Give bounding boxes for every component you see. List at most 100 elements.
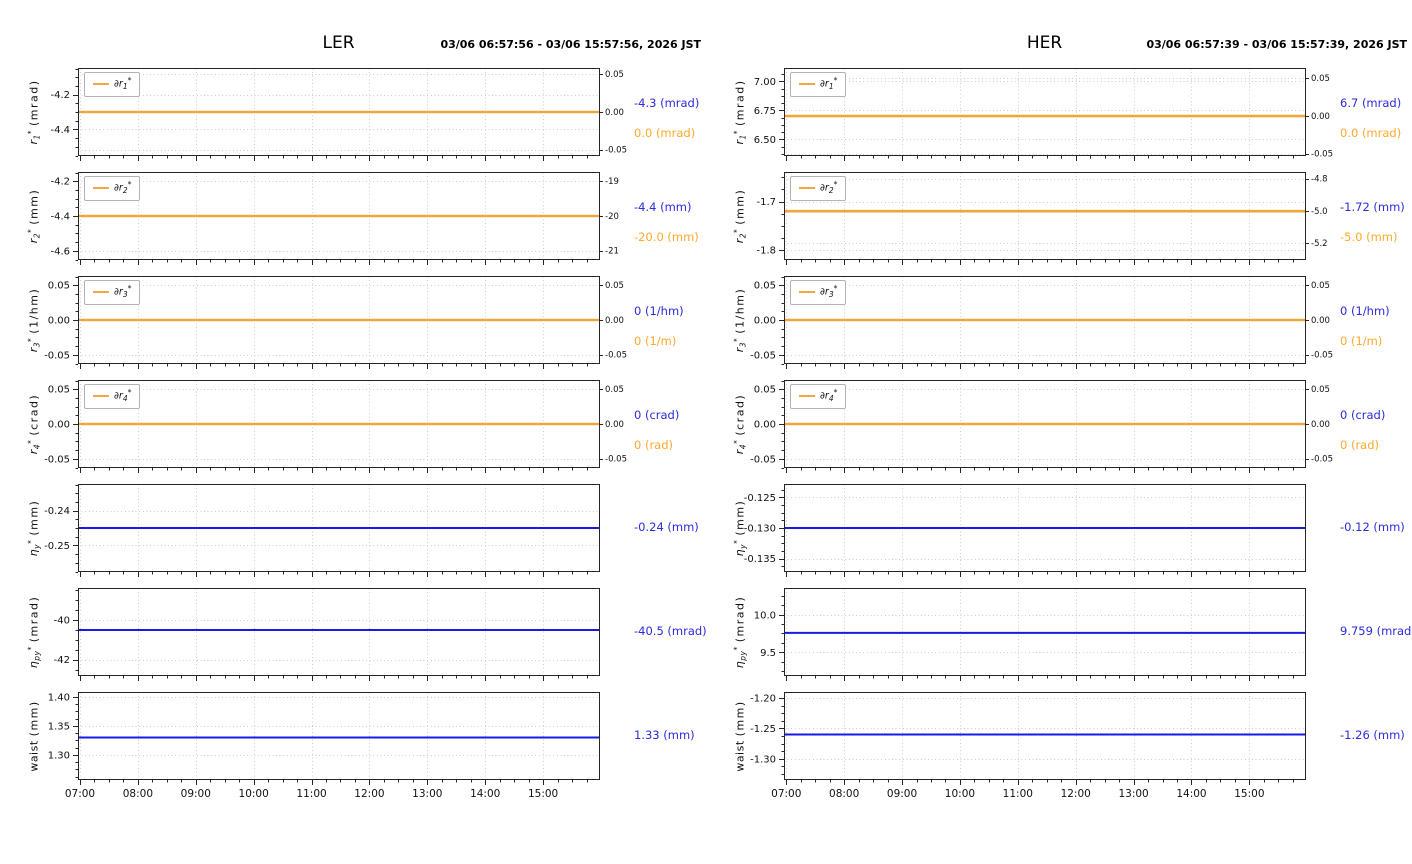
- legend-sup: *: [127, 388, 132, 397]
- beam-optics-dashboard: LER 03/06 06:57:56 - 03/06 15:57:56, 202…: [0, 0, 1412, 864]
- panel-her-r1: r1*(mrad) 7.00 6.75 6.50 0.05 0.00 -0.05 ∂r1* 6.…: [706, 68, 1412, 172]
- value-annotation: -5.0 (mm): [1340, 230, 1398, 244]
- y-tick-label: 0.05: [48, 281, 70, 292]
- gridlines: [784, 172, 1305, 260]
- legend-prefix: ∂r: [114, 182, 123, 194]
- legend-prefix: ∂r: [114, 78, 123, 90]
- right-y-tick-label: 0.05: [1311, 74, 1330, 84]
- y-tick-label: 0.00: [48, 420, 70, 431]
- y-tick-label: -42: [54, 655, 70, 666]
- value-annotation: -1.72 (mm): [1340, 200, 1405, 214]
- legend-label: ∂r3*: [820, 285, 837, 299]
- right-y-tick-label: -19: [605, 177, 619, 187]
- plot-area: -0.24 -0.25: [44, 484, 600, 577]
- plot-area: 10.0 9.5: [754, 588, 1306, 681]
- legend-label: ∂r1*: [114, 77, 131, 91]
- y-tick-label: -0.130: [744, 524, 776, 535]
- y-tick-label: -4.6: [50, 246, 70, 257]
- value-annotation: 0 (crad): [634, 408, 680, 422]
- value-annotation: 1.33 (mm): [634, 728, 695, 742]
- y-tick-label: 1.30: [48, 750, 70, 761]
- legend-line-swatch: [93, 186, 109, 189]
- y-tick-label: -1.7: [756, 197, 776, 208]
- right-y-tick-label: -0.05: [1311, 455, 1333, 465]
- value-annotation: 0 (rad): [1340, 438, 1380, 452]
- right-y-tick-label: -0.05: [605, 351, 627, 361]
- plot-border: [784, 172, 1306, 260]
- legend-label: ∂r4*: [114, 389, 131, 403]
- plot-border: [78, 692, 600, 780]
- y-tick-label: 0.00: [754, 316, 776, 327]
- right-y-tick-label: 0.05: [605, 281, 624, 291]
- right-y-tick-label: 0.00: [605, 420, 624, 430]
- y-tick-label: 1.35: [48, 721, 70, 732]
- value-annotation: 0 (1/hm): [1340, 304, 1390, 318]
- right-y-tick-label: -0.05: [605, 146, 627, 156]
- legend-line-swatch: [799, 290, 815, 293]
- plot-border: [78, 588, 600, 676]
- tick-marks: [779, 698, 1294, 785]
- x-tick-label: 11:00: [1002, 788, 1033, 800]
- y-tick-label: -1.25: [750, 724, 776, 735]
- legend-box: ∂r3*: [84, 280, 141, 305]
- legend-line-swatch: [799, 82, 815, 85]
- panel-ler-r4: r4*(crad) 0.05 0.00 -0.05 0.05 0.00 -0.05 ∂r4* 0…: [0, 380, 706, 484]
- right-y-tick-label: 0.05: [1311, 281, 1330, 291]
- y-tick-label: -0.05: [44, 350, 70, 361]
- legend-prefix: ∂r: [820, 182, 829, 194]
- x-tick-label: 15:00: [1234, 788, 1265, 800]
- gridlines: [784, 68, 1305, 156]
- value-annotation: 0 (crad): [1340, 408, 1386, 422]
- legend-prefix: ∂r: [820, 390, 829, 402]
- x-tick-label: 07:00: [64, 788, 96, 800]
- y-tick-label: -40: [54, 616, 70, 627]
- legend-label: ∂r2*: [114, 181, 131, 195]
- gridlines: [78, 588, 599, 676]
- legend-prefix: ∂r: [114, 286, 123, 298]
- x-tick-label: 13:00: [412, 788, 443, 800]
- y-tick-label: -0.125: [744, 493, 776, 504]
- right-y-tick-label: -5.2: [1311, 239, 1328, 249]
- legend-sup: *: [833, 180, 838, 189]
- value-annotation: -0.12 (mm): [1340, 520, 1405, 534]
- y-tick-label: -0.05: [750, 454, 776, 465]
- plot-area: -1.20 -1.25 -1.30: [750, 692, 1306, 785]
- y-tick-label: 0.00: [48, 316, 70, 327]
- tick-marks: [779, 74, 1309, 161]
- value-annotation: -20.0 (mm): [634, 230, 699, 244]
- right-y-tick-label: 0.00: [605, 316, 624, 326]
- y-tick-label: 6.50: [754, 135, 776, 146]
- right-y-tick-label: -20: [605, 212, 619, 222]
- right-y-tick-label: 0.00: [1311, 420, 1330, 430]
- x-axis-tick-labels: 07:00 08:00 09:00 10:00 11:00 12:00 13:00 14:00…: [0, 788, 706, 804]
- legend-label: ∂r2*: [820, 181, 837, 195]
- y-tick-label: 7.00: [754, 77, 776, 88]
- y-tick-label: -0.05: [750, 350, 776, 361]
- value-annotation: 0.0 (mrad): [1340, 126, 1402, 140]
- panels-layer: r1*(mrad) -4.2 -4.4 0.05 0.00 -0.05 ∂r1* -4.3 (…: [0, 0, 707, 864]
- tick-marks: [779, 177, 1309, 265]
- panel-ler-eta_py: ηpy*(mrad) -40 -42 -40.5 (mrad): [0, 588, 707, 692]
- panel-ler-r2: r2*(mm) -4.2 -4.4 -4.6 -19 -20 -21 ∂r2* -4.4 (mm…: [0, 172, 706, 276]
- right-y-tick-label: 0.00: [1311, 112, 1330, 122]
- y-tick-label: -0.05: [44, 454, 70, 465]
- legend-box: ∂r2*: [84, 176, 141, 201]
- panel-her-eta_py: ηpy*(mrad) 10.0 9.5 9.759 (mrad): [706, 588, 1412, 692]
- x-axis-tick-labels: 07:00 08:00 09:00 10:00 11:00 12:00 13:00 14:00…: [706, 788, 1412, 804]
- x-tick-label: 14:00: [470, 788, 501, 800]
- value-annotation: 0 (rad): [634, 438, 674, 452]
- value-annotation: -4.3 (mrad): [634, 96, 700, 110]
- panel-ler-r1: r1*(mrad) -4.2 -4.4 0.05 0.00 -0.05 ∂r1* -4.3 (…: [0, 68, 706, 172]
- y-tick-label: 0.00: [754, 420, 776, 431]
- chart-column-her: HER 03/06 06:57:39 - 03/06 15:57:39, 202…: [706, 0, 1412, 864]
- y-tick-label: -4.2: [50, 90, 70, 101]
- legend-prefix: ∂r: [114, 390, 123, 402]
- legend-line-swatch: [799, 394, 815, 397]
- y-tick-label: 1.40: [48, 692, 70, 703]
- right-y-tick-label: -21: [605, 247, 619, 257]
- panel-her-r4: r4*(crad) 0.05 0.00 -0.05 0.05 0.00 -0.05 ∂r4* 0…: [706, 380, 1412, 484]
- value-annotation: 0.0 (mrad): [634, 126, 696, 140]
- panel-her-waist: waist(mm) -1.20 -1.25 -1.30 -1.26 (mm): [706, 692, 1412, 796]
- panel-ler-eta_y: ηy*(mm) -0.24 -0.25 -0.24 (mm): [0, 484, 706, 588]
- legend-label: ∂r1*: [820, 77, 837, 91]
